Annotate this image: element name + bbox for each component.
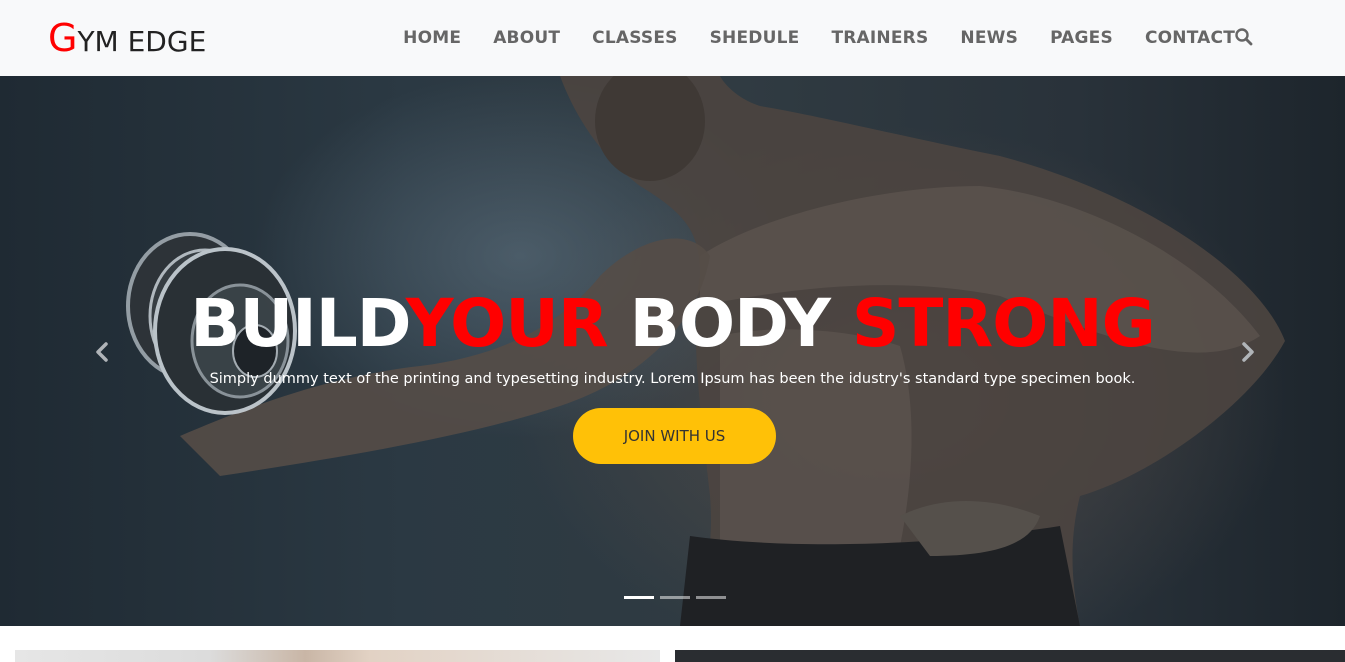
- site-header: G YM EDGE HOME ABOUT CLASSES SHEDULE TRA…: [0, 0, 1345, 76]
- site-logo[interactable]: G YM EDGE: [48, 14, 206, 62]
- nav-item-about[interactable]: ABOUT: [477, 28, 576, 48]
- logo-text: YM EDGE: [77, 25, 207, 58]
- hero-title: BUILDYOUR BODY STRONG: [0, 286, 1345, 362]
- carousel-indicators: [624, 596, 726, 599]
- nav-item-trainers[interactable]: TRAINERS: [815, 28, 944, 48]
- hero-subtitle: Simply dummy text of the printing and ty…: [209, 371, 1136, 387]
- nav-item-shedule[interactable]: SHEDULE: [694, 28, 816, 48]
- logo-initial: G: [48, 16, 78, 60]
- main-nav: HOME ABOUT CLASSES SHEDULE TRAINERS NEWS…: [387, 0, 1251, 76]
- hero-title-strong: STRONG: [851, 285, 1156, 362]
- feature-card-left: [15, 650, 660, 662]
- nav-item-contact[interactable]: CONTACT: [1129, 28, 1251, 48]
- hero-title-build: BUILD: [190, 285, 406, 362]
- chevron-right-icon[interactable]: [1236, 338, 1260, 366]
- nav-item-classes[interactable]: CLASSES: [576, 28, 693, 48]
- nav-item-home[interactable]: HOME: [387, 28, 477, 48]
- search-icon[interactable]: [1234, 27, 1254, 47]
- chevron-left-icon[interactable]: [90, 338, 114, 366]
- hero-title-your: YOUR: [405, 285, 609, 362]
- carousel-indicator-1[interactable]: [624, 596, 654, 599]
- nav-item-news[interactable]: NEWS: [944, 28, 1034, 48]
- carousel-indicator-2[interactable]: [660, 596, 690, 599]
- hero-title-body: BODY: [607, 285, 852, 362]
- carousel-indicator-3[interactable]: [696, 596, 726, 599]
- hero-slider: BUILDYOUR BODY STRONG Simply dummy text …: [0, 76, 1345, 626]
- join-with-us-button[interactable]: JOIN WITH US: [573, 408, 776, 464]
- nav-item-pages[interactable]: PAGES: [1034, 28, 1129, 48]
- feature-card-right: [675, 650, 1345, 662]
